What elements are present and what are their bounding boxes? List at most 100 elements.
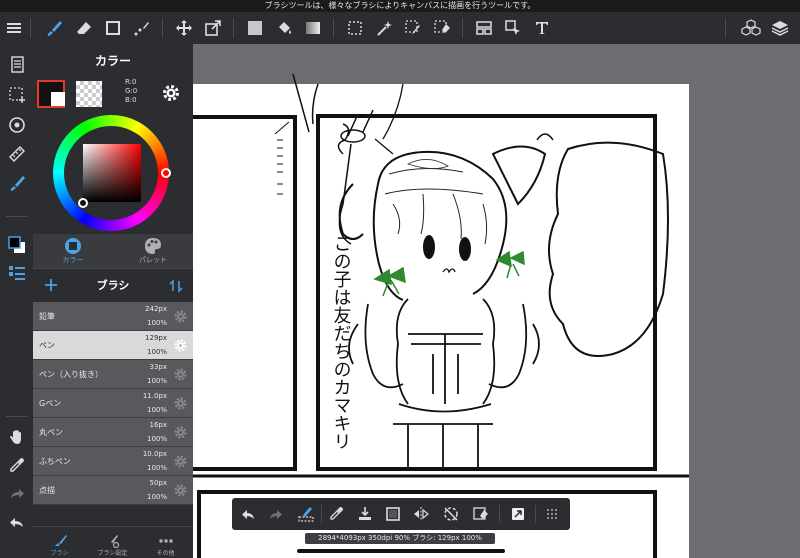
brush-panel-header: ブラシ (33, 268, 193, 302)
eyedropper-icon[interactable] (323, 498, 351, 530)
dotted-line-tool-icon[interactable] (128, 12, 156, 44)
brush-name: ペン（入り抜き） (39, 370, 103, 379)
transparent-swatch[interactable] (76, 81, 102, 107)
eyedropper-icon[interactable] (0, 452, 33, 478)
brush-list-item[interactable]: ふちペン 10.0px 100% (33, 447, 193, 476)
brush-size: 16px (149, 421, 168, 429)
brush-opacity: 100% (146, 348, 167, 356)
brush-size: 242px (145, 305, 167, 313)
toolbar-divider (333, 18, 334, 38)
panel-frame-icon[interactable] (470, 12, 498, 44)
ruler-icon[interactable] (0, 141, 33, 167)
brush-opacity: 100% (146, 406, 167, 414)
toolbar-divider (30, 18, 31, 38)
snap-icon[interactable] (0, 112, 33, 138)
bucket-icon[interactable] (270, 12, 298, 44)
app-window: ブラシツールは、様々なブラシによりキャンバスに描画を行うツールです。 この子は友… (0, 0, 800, 558)
canvas-info-bar: 2894*4093px 350dpi 90% ブラシ: 129px 100% (305, 533, 495, 544)
color-wheel[interactable] (33, 112, 193, 234)
color-settings-gear-icon[interactable] (161, 83, 181, 107)
quickbar-divider (321, 505, 322, 523)
layer-list-icon[interactable] (0, 260, 33, 286)
sub-color-swatch[interactable] (51, 92, 65, 106)
brush-size: 50px (149, 479, 168, 487)
brush-list-item[interactable]: Gペン 11.0px 100% (33, 389, 193, 418)
transform-icon[interactable] (504, 498, 532, 530)
color-picker-handle[interactable] (78, 198, 88, 208)
rgb-r: R:0 (125, 78, 137, 86)
select-eraser-icon[interactable] (428, 12, 456, 44)
toolbar-divider (462, 18, 463, 38)
more-grid-icon[interactable] (538, 498, 566, 530)
move-tool-icon[interactable] (170, 12, 198, 44)
pages-icon[interactable] (0, 52, 33, 78)
canvas-area[interactable]: この子は友だちのカマキリ (193, 44, 800, 558)
toolbar-divider (6, 216, 27, 217)
brush-list-item[interactable]: 丸ペン 16px 100% (33, 418, 193, 447)
brush-name: ふちペン (39, 457, 71, 466)
tab-brush-settings[interactable]: ブラシ設定 (86, 527, 139, 558)
selection-icon[interactable] (341, 12, 369, 44)
brush-list: 鉛筆 242px 100% ペン 129px 100% ペン（入り抜き） 33px 100% Gペ… (33, 302, 193, 505)
materials-icon[interactable] (737, 12, 765, 44)
tab-color-label: カラー (62, 256, 84, 264)
import-icon[interactable] (351, 498, 379, 530)
layers-icon[interactable] (766, 12, 794, 44)
brush-size: 33px (149, 363, 168, 371)
home-indicator[interactable] (297, 549, 505, 553)
brush-list-item[interactable]: 鉛筆 242px 100% (33, 302, 193, 331)
color-panel-title: カラー (94, 54, 131, 68)
selection-eraser-icon[interactable] (467, 498, 495, 530)
select-pen-icon[interactable] (399, 12, 427, 44)
saturation-square[interactable] (83, 144, 141, 202)
brush-settings-gear-icon[interactable] (173, 367, 188, 382)
brush-name: 鉛筆 (39, 312, 55, 321)
clear-layer-icon[interactable] (292, 498, 320, 530)
brush-list-item[interactable]: ペン（入り抜き） 33px 100% (33, 360, 193, 389)
fill-color-icon[interactable] (241, 12, 269, 44)
redo-icon[interactable] (262, 498, 290, 530)
quick-action-bar (232, 498, 570, 530)
shape-tool-icon[interactable] (99, 12, 127, 44)
brush-tool-icon[interactable] (40, 12, 68, 44)
hamburger-icon[interactable] (0, 12, 28, 44)
brush-settings-gear-icon[interactable] (173, 396, 188, 411)
brush-settings-gear-icon[interactable] (173, 425, 188, 440)
brush-active-icon[interactable] (0, 170, 33, 196)
color-swatch-icon[interactable] (0, 232, 33, 258)
brush-size: 129px (145, 334, 167, 342)
operation-icon[interactable] (499, 12, 527, 44)
flip-horizontal-icon[interactable] (407, 498, 435, 530)
rotate-reset-icon[interactable] (437, 498, 465, 530)
hand-icon[interactable] (0, 424, 33, 450)
tab-palette[interactable]: パレット (113, 234, 193, 268)
tab-color[interactable]: カラー (33, 234, 113, 268)
tab-other[interactable]: その他 (139, 527, 192, 558)
brush-size: 11.0px (142, 392, 167, 400)
brush-list-item[interactable]: 点描 50px 100% (33, 476, 193, 505)
brush-name: ペン (39, 341, 55, 350)
brush-name: 丸ペン (39, 428, 63, 437)
redo-icon[interactable] (0, 481, 33, 507)
tab-brush[interactable]: ブラシ (33, 527, 86, 558)
brush-settings-gear-icon[interactable] (173, 338, 188, 353)
hue-handle[interactable] (161, 168, 171, 178)
brush-settings-gear-icon[interactable] (173, 309, 188, 324)
text-tool-icon[interactable] (528, 12, 556, 44)
tab-palette-label: パレット (139, 256, 167, 264)
select-all-icon[interactable] (379, 498, 407, 530)
sort-brush-icon[interactable] (169, 278, 183, 297)
magic-wand-icon[interactable] (370, 12, 398, 44)
tab-other-label: その他 (156, 550, 175, 557)
gradient-icon[interactable] (299, 12, 327, 44)
transform-tool-icon[interactable] (199, 12, 227, 44)
eraser-tool-icon[interactable] (70, 12, 98, 44)
brush-name: 点描 (39, 486, 55, 495)
selection-menu-icon[interactable] (0, 82, 33, 108)
brush-settings-gear-icon[interactable] (173, 483, 188, 498)
rgb-g: G:0 (125, 87, 138, 95)
undo-icon[interactable] (0, 510, 33, 536)
undo-icon[interactable] (234, 498, 262, 530)
brush-settings-gear-icon[interactable] (173, 454, 188, 469)
brush-list-item[interactable]: ペン 129px 100% (33, 331, 193, 360)
